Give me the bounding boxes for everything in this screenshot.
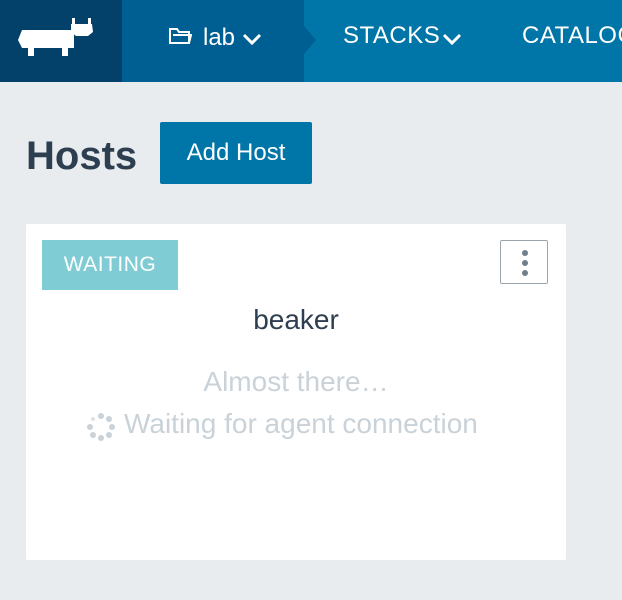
rancher-cattle-logo-icon [18,18,93,56]
host-card: WAITING beaker Almost there… Waiting for… [26,224,566,560]
kebab-dot-icon [522,250,528,256]
host-status-text: Waiting for agent connection [124,408,478,439]
add-host-button[interactable]: Add Host [160,122,312,184]
logo[interactable] [0,0,122,82]
folder-icon [169,28,192,44]
top-nav-bar: lab STACKS CATALOG [0,0,622,82]
chevron-down-icon [242,33,262,46]
environment-arrow [304,26,316,54]
more-actions-button[interactable] [500,240,548,284]
kebab-dot-icon [522,270,528,276]
environment-switcher[interactable]: lab [122,0,304,82]
host-name[interactable]: beaker [26,304,566,336]
spinner-icon [87,413,115,441]
host-message: Almost there… [203,366,389,397]
nav-catalog-label: CATALOG [522,22,622,49]
status-badge: WAITING [42,240,178,290]
nav-stacks[interactable]: STACKS [343,22,462,50]
environment-label: lab [203,24,236,51]
chevron-down-icon [442,33,462,46]
page-title: Hosts [26,134,138,178]
nav-stacks-label: STACKS [343,22,441,49]
nav-catalog[interactable]: CATALOG [522,22,622,50]
kebab-dot-icon [522,260,528,266]
